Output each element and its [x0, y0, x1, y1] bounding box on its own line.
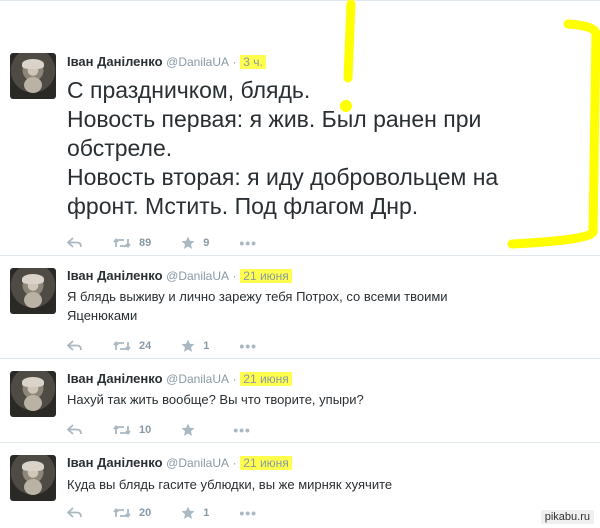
- watermark: pikabu.ru: [540, 510, 594, 524]
- bracket-annotation: [507, 19, 600, 249]
- exclamation-mark-dot: [340, 100, 352, 112]
- annotation-markup: [340, 0, 600, 249]
- exclamation-mark-stroke: [343, 0, 356, 83]
